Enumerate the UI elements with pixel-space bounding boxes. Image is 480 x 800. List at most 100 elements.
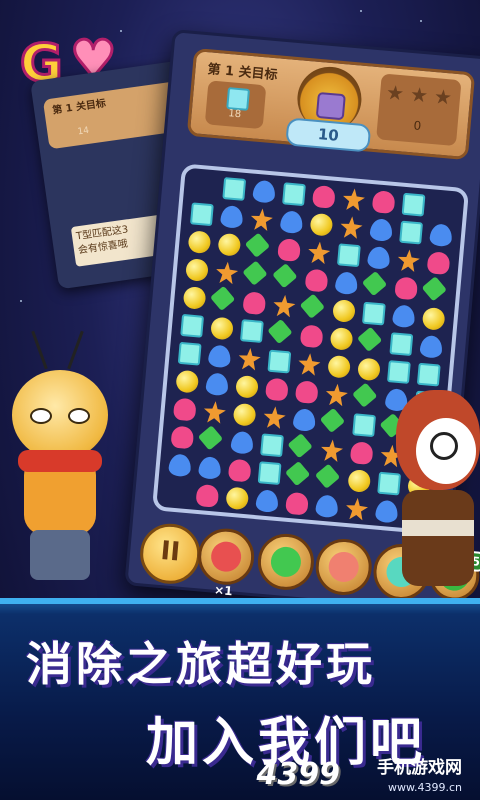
heart-gem-icon xyxy=(285,491,309,516)
eye-icon xyxy=(68,408,90,424)
ball-gem-icon xyxy=(175,369,200,394)
board-cell[interactable] xyxy=(164,449,197,482)
booster-hammer[interactable]: ×1 xyxy=(195,526,257,598)
sq-gem-icon xyxy=(189,202,214,227)
pause-button[interactable]: II xyxy=(137,521,203,587)
ball-gem-icon xyxy=(327,354,352,379)
sq-gem-icon xyxy=(260,433,284,458)
lock-icon xyxy=(315,91,346,121)
drop-gem-icon xyxy=(366,245,391,270)
drop-gem-icon xyxy=(419,334,444,359)
ball-gem-icon xyxy=(217,232,242,257)
star-gem-icon xyxy=(342,188,366,212)
ball-gem-icon xyxy=(225,486,250,511)
drop-gem-icon xyxy=(279,210,304,235)
star-gem-icon xyxy=(325,383,349,407)
sq-gem-icon xyxy=(177,341,202,366)
leaf-gem-icon xyxy=(287,433,313,459)
drop-gem-icon xyxy=(230,430,255,455)
background-target-count: 14 xyxy=(76,125,90,138)
heart-gem-icon xyxy=(371,190,396,214)
ball-gem-icon xyxy=(182,286,207,310)
drop-gem-icon xyxy=(292,408,317,432)
star-gem-icon xyxy=(397,249,421,273)
heart-gem-icon xyxy=(277,238,302,262)
board-cell[interactable] xyxy=(221,482,254,515)
drop-gem-icon xyxy=(369,218,394,242)
watermark-url: www.4399.cn xyxy=(388,781,462,794)
leaf-gem-icon xyxy=(361,270,388,297)
booster-leaf-bomb[interactable] xyxy=(255,531,317,593)
heart-gem-icon xyxy=(195,483,220,508)
star-gem-icon xyxy=(215,261,239,285)
heart-gem-icon xyxy=(311,184,336,209)
level-target: 18 xyxy=(204,80,267,130)
star-icon: ★ xyxy=(385,79,406,106)
star-icon: ★ xyxy=(409,81,430,108)
drop-gem-icon xyxy=(252,179,277,204)
ball-gem-icon xyxy=(232,402,257,427)
ball-gem-icon xyxy=(210,316,234,341)
target-count: 18 xyxy=(227,108,242,121)
ball-gem-icon xyxy=(185,258,209,282)
ball-gem-icon xyxy=(347,469,372,493)
booster-swirl[interactable] xyxy=(313,536,375,598)
board-cell[interactable] xyxy=(341,493,374,526)
ant-face xyxy=(416,418,476,484)
booster-count: ×1 xyxy=(213,582,234,599)
star-gem-icon xyxy=(320,439,344,463)
ant-body xyxy=(402,490,474,586)
drop-gem-icon xyxy=(391,304,416,329)
drop-gem-icon xyxy=(315,494,339,519)
star-gem-icon xyxy=(238,347,262,371)
ant-head xyxy=(396,390,480,490)
leaf-gem-icon xyxy=(272,263,298,289)
ball-gem-icon xyxy=(332,299,356,323)
level-label: 第 1 关目标 xyxy=(206,62,279,84)
sq-gem-icon xyxy=(389,332,414,357)
heart-gem-icon xyxy=(294,380,319,404)
leaf-gem-icon xyxy=(242,260,268,286)
drop-gem-icon xyxy=(168,453,192,478)
eye-icon xyxy=(430,432,458,460)
leaf-gem-icon xyxy=(299,293,325,319)
sq-gem-icon xyxy=(222,177,247,201)
ball-gem-icon xyxy=(329,326,354,351)
slogan-line-1: 消除之旅超好玩 xyxy=(26,637,376,691)
star-gem-icon xyxy=(339,215,363,239)
heart-gem-icon xyxy=(264,377,289,402)
bee-hero-character xyxy=(8,330,118,590)
star-gem-icon xyxy=(297,352,321,376)
score: 0 xyxy=(413,118,422,134)
heart-gem-icon xyxy=(299,324,324,349)
drop-gem-icon xyxy=(255,489,280,513)
board-cell[interactable] xyxy=(311,490,344,523)
sq-gem-icon xyxy=(399,220,424,245)
star-gem-icon xyxy=(263,405,287,429)
leaf-gem-icon xyxy=(421,276,447,302)
watermark-brand: 4399 xyxy=(256,757,341,792)
leaf-gem-icon xyxy=(284,460,311,487)
drop-gem-icon xyxy=(207,344,232,369)
board-cell[interactable] xyxy=(191,480,224,513)
board-cell[interactable] xyxy=(251,485,284,518)
bee-scarf xyxy=(18,450,102,472)
level-hud: 第 1 关目标 18 10 ★ ★ ★ 0 xyxy=(186,47,476,161)
sq-gem-icon xyxy=(361,301,386,326)
drop-gem-icon xyxy=(219,204,244,229)
heart-gem-icon xyxy=(170,425,195,450)
sq-gem-icon xyxy=(282,182,306,207)
leaf-gem-icon xyxy=(244,232,271,258)
star-gem-icon xyxy=(272,294,296,318)
board-cell[interactable] xyxy=(281,487,314,520)
leaf-gem-icon xyxy=(197,425,224,451)
sq-gem-icon xyxy=(239,319,264,343)
sq-gem-icon xyxy=(267,349,292,374)
star-gem-icon xyxy=(203,400,227,424)
leaf-gem-icon xyxy=(267,318,293,345)
sq-gem-icon xyxy=(352,413,377,438)
drop-gem-icon xyxy=(429,223,453,248)
watermark-site-name: 手机游戏网 xyxy=(377,758,462,778)
star-gem-icon xyxy=(250,208,274,232)
bee-head xyxy=(12,370,108,460)
